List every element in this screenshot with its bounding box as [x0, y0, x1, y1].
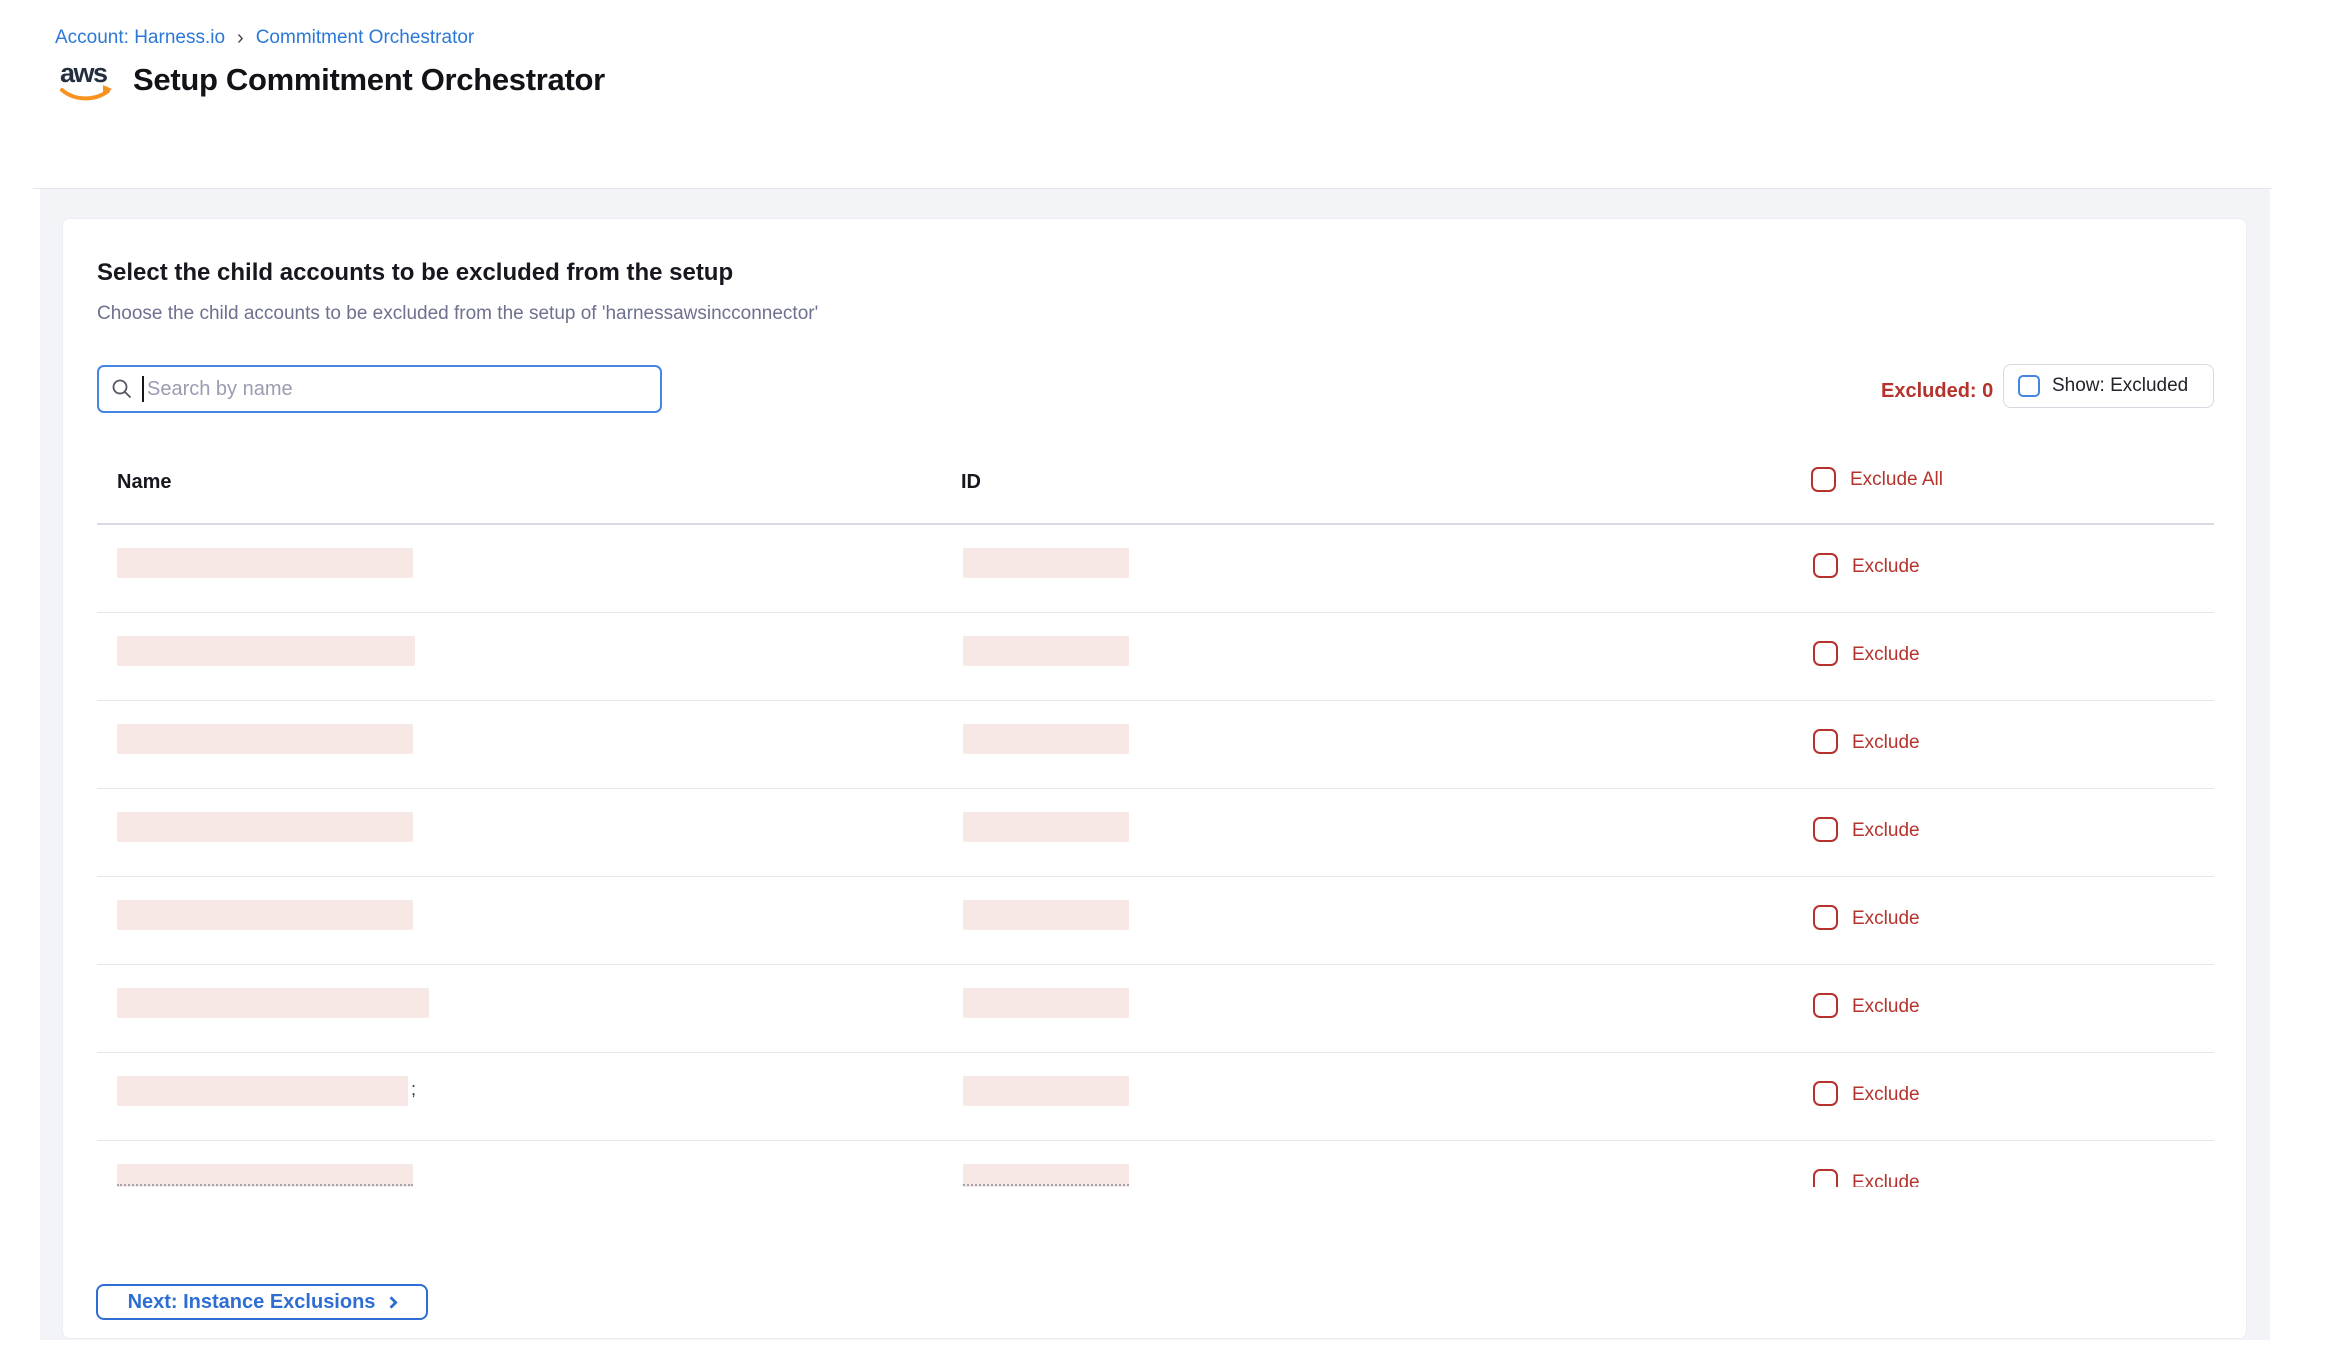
column-header-name: Name [117, 471, 171, 494]
exclude-all-control: Exclude All [1811, 467, 1943, 492]
excluded-count-label: Excluded: 0 [1881, 380, 1993, 403]
row-exclude-label: Exclude [1852, 1172, 1920, 1187]
row-exclude-checkbox[interactable] [1813, 641, 1838, 666]
redacted-name [117, 548, 413, 578]
row-exclude-control: Exclude [1813, 729, 1920, 754]
row-exclude-control: Exclude [1813, 993, 1920, 1018]
breadcrumb-account-link[interactable]: Account: Harness.io [55, 27, 225, 49]
table-row: Exclude [97, 877, 2214, 965]
aws-smile-swoosh [62, 90, 108, 98]
name-remnant: ; [411, 1079, 416, 1100]
redacted-name [117, 988, 429, 1018]
search-icon [111, 378, 133, 400]
row-exclude-label: Exclude [1852, 556, 1920, 578]
excluded-label: Excluded: [1881, 380, 1977, 402]
redacted-id [963, 900, 1129, 930]
next-button-label: Next: Instance Exclusions [128, 1291, 376, 1314]
breadcrumb: Account: Harness.io › Commitment Orchest… [55, 27, 474, 49]
row-exclude-checkbox[interactable] [1813, 1169, 1838, 1187]
row-exclude-label: Exclude [1852, 1084, 1920, 1106]
excluded-count: 0 [1982, 380, 1993, 402]
row-exclude-label: Exclude [1852, 644, 1920, 666]
redacted-name [117, 724, 413, 754]
row-exclude-control: Exclude [1813, 641, 1920, 666]
exclude-all-label: Exclude All [1850, 469, 1943, 491]
redacted-id [963, 812, 1129, 842]
table-row: ; Exclude [97, 1053, 2214, 1141]
row-exclude-label: Exclude [1852, 996, 1920, 1018]
redacted-name [117, 900, 413, 930]
redacted-name [117, 812, 413, 842]
row-exclude-label: Exclude [1852, 908, 1920, 930]
chevron-right-icon [386, 1296, 399, 1309]
redacted-id [963, 1076, 1129, 1106]
commitment-orchestrator-page: Account: Harness.io › Commitment Orchest… [0, 0, 2336, 1362]
table-body: Exclude Exclude Exclude Exclude Excl [97, 525, 2214, 1187]
table-row: Exclude [97, 525, 2214, 613]
row-exclude-checkbox[interactable] [1813, 553, 1838, 578]
search-box [97, 365, 662, 413]
row-exclude-label: Exclude [1852, 820, 1920, 842]
row-exclude-checkbox[interactable] [1813, 1081, 1838, 1106]
redacted-id [963, 988, 1129, 1018]
row-exclude-checkbox[interactable] [1813, 729, 1838, 754]
column-header-id: ID [961, 471, 981, 494]
redacted-id [963, 724, 1129, 754]
row-exclude-control: Exclude [1813, 1081, 1920, 1106]
truncation-dotted-underline [963, 1184, 1129, 1186]
row-exclude-control: Exclude [1813, 1169, 1920, 1187]
table-row: Exclude [97, 965, 2214, 1053]
row-exclude-control: Exclude [1813, 817, 1920, 842]
table-row: Exclude [97, 789, 2214, 877]
redacted-id [963, 548, 1129, 578]
row-exclude-control: Exclude [1813, 905, 1920, 930]
row-exclude-checkbox[interactable] [1813, 993, 1838, 1018]
exclude-all-checkbox[interactable] [1811, 467, 1836, 492]
row-exclude-control: Exclude [1813, 553, 1920, 578]
breadcrumb-page-link[interactable]: Commitment Orchestrator [256, 27, 475, 49]
setup-stepper: Select Master Account Exclusion (optiona… [0, 120, 2336, 188]
row-exclude-label: Exclude [1852, 732, 1920, 754]
truncation-dotted-underline [117, 1184, 413, 1186]
row-exclude-checkbox[interactable] [1813, 817, 1838, 842]
show-excluded-checkbox[interactable] [2018, 375, 2040, 397]
table-row: Exclude [97, 1141, 2214, 1187]
card-heading: Select the child accounts to be excluded… [97, 259, 733, 287]
show-excluded-label: Show: Excluded [2052, 375, 2188, 397]
card-subheading: Choose the child accounts to be excluded… [97, 303, 818, 325]
table-row: Exclude [97, 613, 2214, 701]
breadcrumb-separator-icon: › [237, 29, 244, 48]
redacted-name [117, 1076, 408, 1106]
text-cursor [142, 376, 144, 402]
table-row: Exclude [97, 701, 2214, 789]
redacted-id [963, 636, 1129, 666]
aws-logo-text: aws [60, 58, 107, 88]
row-exclude-checkbox[interactable] [1813, 905, 1838, 930]
title-row: aws Setup Commitment Orchestrator [57, 54, 605, 106]
search-input[interactable] [147, 378, 660, 401]
next-instance-exclusions-button[interactable]: Next: Instance Exclusions [96, 1284, 428, 1320]
page-title: Setup Commitment Orchestrator [133, 62, 605, 98]
aws-logo-icon: aws [57, 54, 115, 106]
show-excluded-toggle[interactable]: Show: Excluded [2003, 364, 2214, 408]
exclusion-card: Select the child accounts to be excluded… [62, 218, 2247, 1339]
redacted-name [117, 636, 415, 666]
